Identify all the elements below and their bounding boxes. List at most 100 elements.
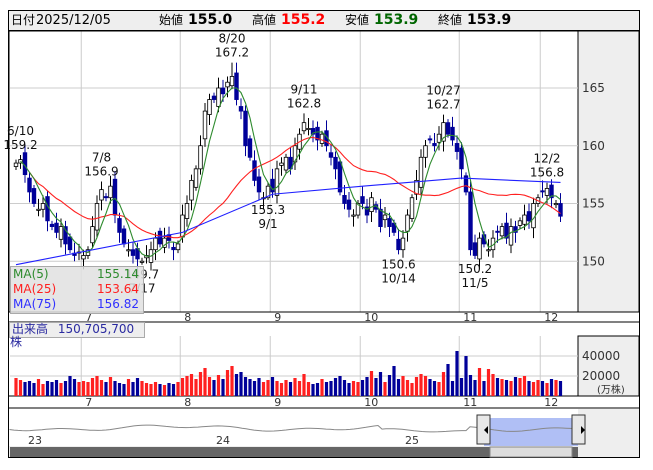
volume-bar xyxy=(477,368,482,396)
volume-bar xyxy=(329,381,333,396)
candle xyxy=(477,237,482,260)
volume-bar xyxy=(171,384,176,396)
candle xyxy=(319,133,325,144)
volume-bar xyxy=(72,379,77,396)
volume-bar xyxy=(540,381,545,396)
price-annotation: 156.9 xyxy=(84,165,118,179)
price-annotation: 11/5 xyxy=(462,276,489,290)
price-annotation: 10/14 xyxy=(381,271,416,285)
volume-bar xyxy=(495,378,500,396)
candle xyxy=(418,156,424,188)
volume-bar xyxy=(450,381,455,396)
candle xyxy=(351,214,356,217)
price-annotation: 9/11 xyxy=(291,82,318,96)
volume-bar xyxy=(284,380,288,396)
volume-bar xyxy=(432,381,437,396)
candle xyxy=(450,126,455,141)
volume-bar xyxy=(396,379,401,396)
navigator-selection xyxy=(484,418,578,446)
candle xyxy=(103,196,109,199)
stock-chart[interactable]: 1651601551507788991010111112124000020000… xyxy=(0,0,653,470)
candle xyxy=(49,223,55,227)
candle xyxy=(409,197,415,219)
volume-bar xyxy=(261,382,266,396)
volume-label: 出来高 xyxy=(12,322,49,336)
volume-bar xyxy=(221,379,225,396)
volume-bar xyxy=(500,379,504,396)
candle xyxy=(184,203,190,219)
month-tick: 9 xyxy=(274,311,281,324)
candle xyxy=(396,238,401,251)
volume-bar xyxy=(81,381,86,396)
price-annotation: 156.8 xyxy=(530,166,564,180)
volume-bar xyxy=(401,376,405,396)
volume-bar xyxy=(464,356,468,396)
volume-bar xyxy=(207,377,212,396)
candle xyxy=(22,152,28,176)
candle xyxy=(445,122,451,135)
volume-bar xyxy=(536,380,540,396)
volume-bar xyxy=(504,380,509,396)
volume-bar xyxy=(27,381,32,396)
candle xyxy=(427,138,433,141)
legend-ma75: MA(75) 156.82 xyxy=(11,297,143,312)
candle xyxy=(414,179,419,195)
volume-bar xyxy=(86,382,90,396)
candle xyxy=(454,143,460,152)
volume-bar xyxy=(203,368,207,396)
navigator-year: 24 xyxy=(216,434,230,447)
volume-bar xyxy=(230,366,234,396)
volume-bar xyxy=(437,382,441,396)
candle xyxy=(225,81,230,88)
legend-name: MA(25) xyxy=(13,282,57,296)
candle xyxy=(472,242,478,256)
candle xyxy=(94,203,100,231)
volume-bar xyxy=(347,383,351,396)
month-tick: 8 xyxy=(184,311,191,324)
volume-tick: 40000 xyxy=(582,349,620,363)
price-annotation: 162.8 xyxy=(287,96,321,110)
price-annotation: 10/27 xyxy=(426,84,461,98)
volume-bar xyxy=(468,375,473,396)
volume-tick: 20000 xyxy=(582,369,620,383)
volume-bar xyxy=(14,378,18,396)
candle xyxy=(346,199,352,210)
legend-ma25: MA(25) 153.64 xyxy=(11,282,143,297)
volume-bar xyxy=(194,379,198,396)
volume-bar xyxy=(360,380,365,396)
candle xyxy=(400,237,406,251)
volume-bar xyxy=(423,376,428,396)
candle xyxy=(157,230,163,245)
scrollbar-thumb[interactable] xyxy=(489,446,573,458)
candle xyxy=(198,145,203,170)
volume-bar xyxy=(315,383,320,396)
volume-bar xyxy=(185,376,189,396)
candle xyxy=(337,161,343,193)
volume-bar xyxy=(527,381,531,396)
volume-bar xyxy=(23,382,27,396)
volume-bar xyxy=(248,379,252,396)
legend-name: MA(5) xyxy=(13,267,49,281)
volume-bar xyxy=(257,378,261,396)
navigator-left-handle[interactable] xyxy=(476,414,491,445)
volume-bar xyxy=(392,366,396,396)
volume-bar xyxy=(198,372,203,396)
volume-bar xyxy=(104,382,108,396)
candle xyxy=(207,99,212,115)
volume-bar xyxy=(162,385,167,396)
candle xyxy=(301,122,307,132)
volume-bar xyxy=(311,384,315,396)
price-annotation: 8/20 xyxy=(219,32,246,46)
candle xyxy=(495,230,500,233)
candle xyxy=(517,220,523,226)
candle xyxy=(382,214,388,221)
candle xyxy=(180,214,185,238)
candle xyxy=(36,208,41,211)
volume-bar xyxy=(36,379,41,396)
candle xyxy=(216,87,221,107)
volume-bar xyxy=(410,383,414,396)
volume-bar xyxy=(509,381,513,396)
price-annotation: 150.2 xyxy=(458,262,492,276)
volume-bar xyxy=(378,372,383,396)
candle xyxy=(238,106,244,112)
